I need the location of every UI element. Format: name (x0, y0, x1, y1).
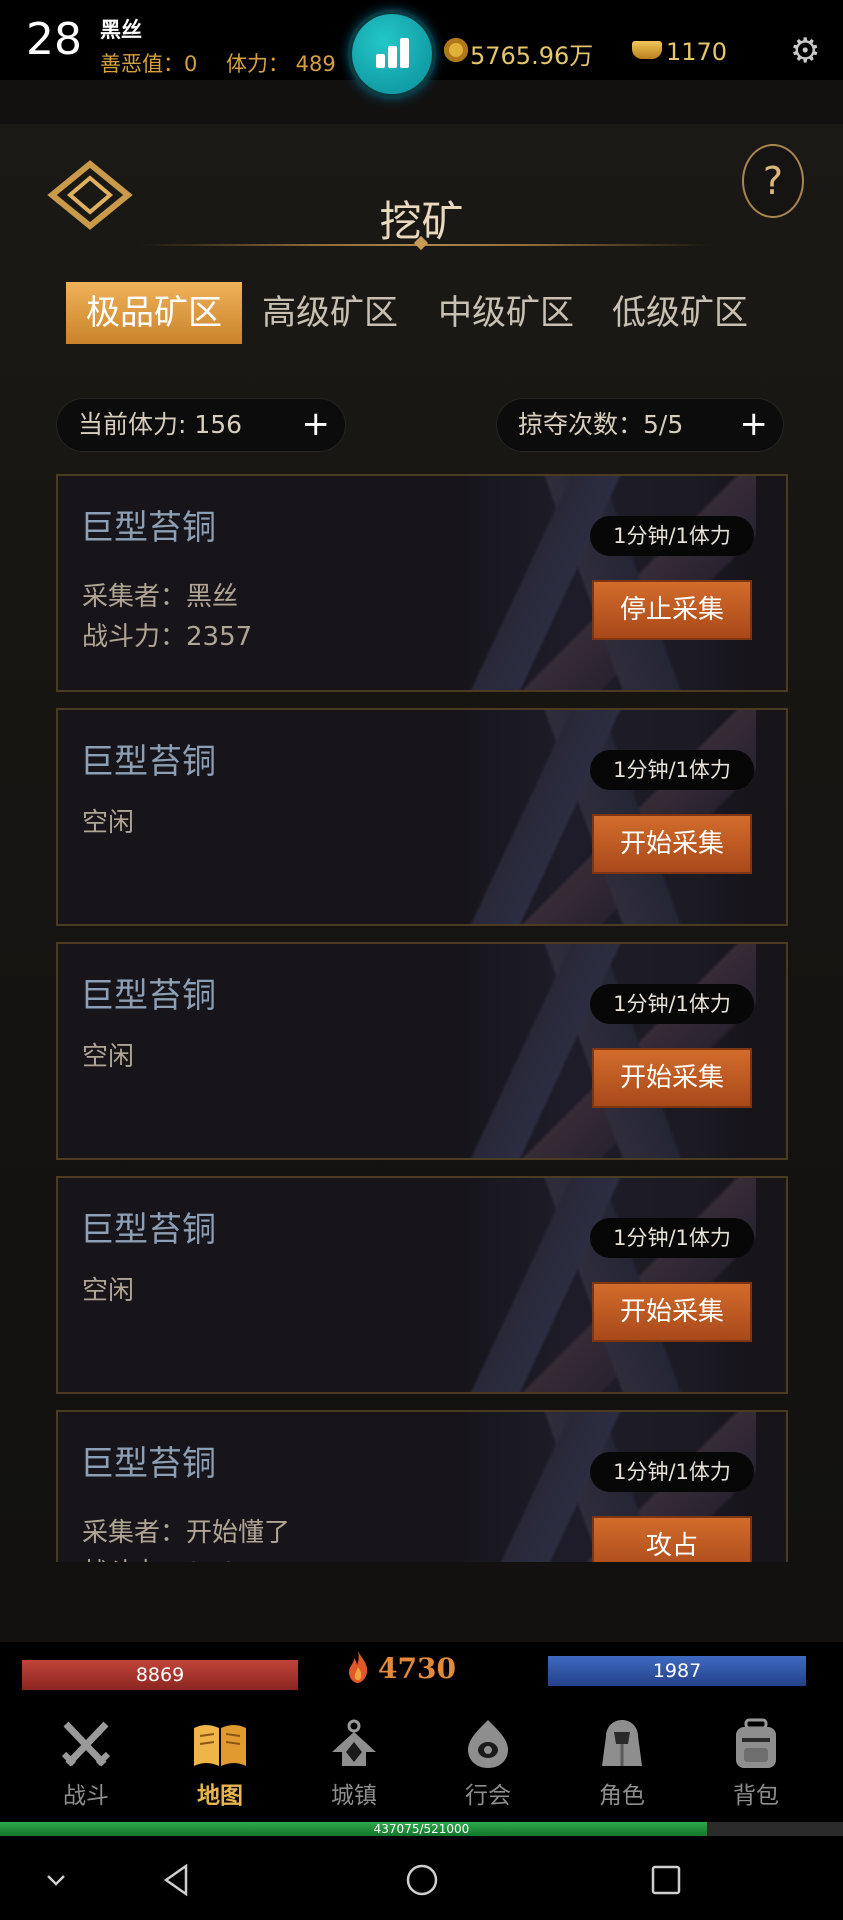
mine-combat-power: 战斗力：2567 (82, 1552, 252, 1562)
mine-collector: 采集者：黑丝 (82, 582, 239, 612)
mine-card: 巨型苔铜 采集者：黑丝 战斗力：2357 1分钟/1体力 停止采集 (56, 474, 788, 692)
tab-advanced-zone[interactable]: 高级矿区 (242, 282, 418, 344)
tab-intermediate-zone[interactable]: 中级矿区 (418, 282, 594, 344)
mine-card: 巨型苔铜 空闲 1分钟/1体力 开始采集 (56, 708, 788, 926)
swords-icon (61, 1721, 111, 1767)
nav-guild[interactable]: 行会 (438, 1718, 538, 1810)
character-icon (602, 1720, 642, 1766)
plunder-count-label: 掠夺次数：5/5 (518, 410, 684, 439)
add-stamina-button[interactable]: + (302, 398, 331, 450)
mine-name: 巨型苔铜 (80, 976, 216, 1016)
stamina-value: 体力： 489 (226, 52, 336, 76)
nav-label: 城镇 (331, 1783, 377, 1809)
tab-basic-zone[interactable]: 低级矿区 (592, 282, 768, 344)
mine-card: 巨型苔铜 空闲 1分钟/1体力 开始采集 (56, 1176, 788, 1394)
mine-rate-badge: 1分钟/1体力 (590, 1218, 754, 1258)
gold-ingot-icon (632, 41, 662, 59)
nav-label: 行会 (465, 1783, 511, 1809)
start-collect-button[interactable]: 开始采集 (592, 1048, 752, 1108)
mine-rate-badge: 1分钟/1体力 (590, 516, 754, 556)
guild-icon (468, 1720, 508, 1768)
mine-name: 巨型苔铜 (80, 1444, 216, 1484)
mine-status: 空闲 (82, 1276, 135, 1306)
back-triangle-icon[interactable] (156, 1858, 200, 1902)
current-stamina-label: 当前体力: 156 (78, 410, 243, 439)
nav-label: 角色 (599, 1783, 645, 1809)
nav-label: 背包 (733, 1783, 779, 1809)
mine-name: 巨型苔铜 (80, 1210, 216, 1250)
combat-power-value: 4730 (378, 1652, 456, 1685)
start-collect-button[interactable]: 开始采集 (592, 1282, 752, 1342)
recents-square-icon[interactable] (644, 1858, 688, 1902)
nav-backpack[interactable]: 背包 (706, 1718, 806, 1810)
nav-town[interactable]: 城镇 (304, 1718, 404, 1810)
plunder-count-pill: 掠夺次数：5/5 + (496, 398, 784, 452)
chevron-down-icon[interactable] (34, 1858, 78, 1902)
help-button[interactable]: ? (742, 144, 804, 218)
coin-icon (444, 38, 468, 62)
bar-chart-icon (376, 54, 385, 68)
mine-name: 巨型苔铜 (80, 742, 216, 782)
xp-value: 437075/521000 (373, 1822, 470, 1836)
attack-occupy-button[interactable]: 攻占 (592, 1516, 752, 1562)
book-map-icon (194, 1725, 246, 1766)
town-icon (332, 1719, 376, 1766)
fire-icon (349, 1651, 368, 1683)
gold-amount: 1170 (666, 38, 728, 66)
mine-combat-power: 战斗力：2357 (82, 622, 253, 652)
mine-name: 巨型苔铜 (80, 508, 216, 548)
add-plunder-button[interactable]: + (740, 398, 769, 450)
mine-list[interactable]: 巨型苔铜 采集者：黑丝 战斗力：2357 1分钟/1体力 停止采集 巨型苔铜 空… (56, 470, 788, 1562)
settings-gear-icon[interactable]: ⚙ (790, 34, 820, 68)
ranking-button[interactable] (352, 14, 432, 94)
nav-map[interactable]: 地图 (170, 1718, 270, 1810)
mine-status: 空闲 (82, 808, 135, 838)
home-circle-icon[interactable] (400, 1858, 444, 1902)
backpack-icon (736, 1718, 776, 1768)
nav-character[interactable]: 角色 (572, 1718, 672, 1810)
stop-collect-button[interactable]: 停止采集 (592, 580, 752, 640)
mine-rate-badge: 1分钟/1体力 (590, 750, 754, 790)
hp-value: 8869 (135, 1664, 185, 1686)
start-collect-button[interactable]: 开始采集 (592, 814, 752, 874)
mine-collector: 采集者：开始懂了 (82, 1518, 291, 1548)
tab-premium-zone[interactable]: 极品矿区 (66, 282, 242, 344)
mine-rate-badge: 1分钟/1体力 (590, 1452, 754, 1492)
mine-rate-badge: 1分钟/1体力 (590, 984, 754, 1024)
karma-value: 善恶值：0 (100, 52, 198, 76)
current-stamina-pill: 当前体力: 156 + (56, 398, 346, 452)
mine-card: 巨型苔铜 采集者：开始懂了 战斗力：2567 1分钟/1体力 攻占 (56, 1410, 788, 1562)
mp-value: 1987 (652, 1660, 702, 1682)
nav-label: 战斗 (63, 1783, 109, 1809)
mine-status: 空闲 (82, 1042, 135, 1072)
coin-amount: 5765.96万 (470, 42, 594, 70)
player-level: 28 (26, 14, 82, 65)
mine-card: 巨型苔铜 空闲 1分钟/1体力 开始采集 (56, 942, 788, 1160)
nav-battle[interactable]: 战斗 (36, 1718, 136, 1810)
player-name[interactable]: 黑丝 (100, 14, 142, 44)
nav-label: 地图 (197, 1783, 243, 1809)
